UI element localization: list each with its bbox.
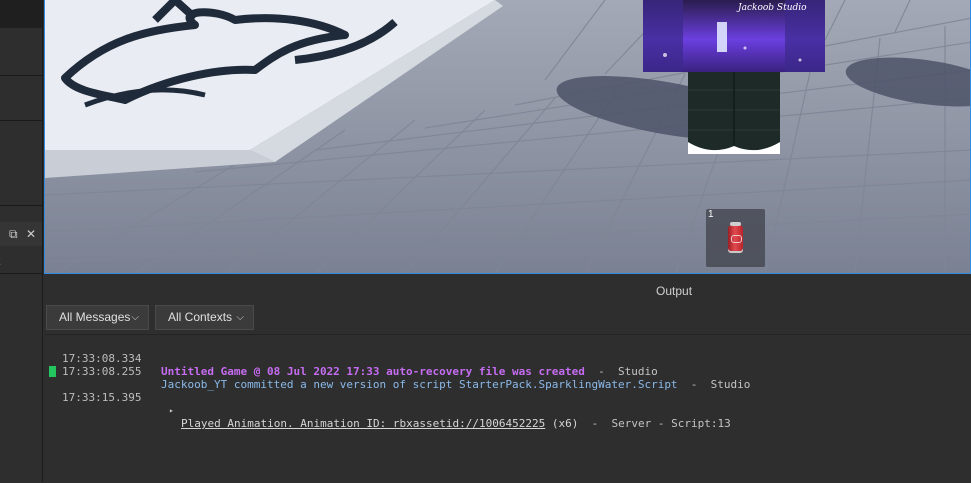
left-dock-panel: ⧉ ✕ t: [0, 0, 43, 482]
viewport-scene: Jackoob Studio: [45, 0, 971, 274]
log-repeat-count: (x6): [545, 417, 578, 430]
log-entry[interactable]: 17:33:15.395 ▸ Played Animation. Animati…: [44, 365, 71, 378]
output-title-bar: [44, 280, 971, 302]
context-filter-label: All Contexts: [168, 310, 232, 324]
left-dock-pane-header: [0, 222, 43, 246]
left-dock-separator: [0, 205, 43, 206]
log-timestamp: 17:33:15.395: [62, 391, 141, 404]
restore-window-icon[interactable]: ⧉: [9, 227, 18, 241]
left-dock-top-strip: [0, 0, 43, 28]
message-filter-dropdown[interactable]: All Messages ⌵: [46, 305, 149, 330]
log-message: Played Animation. Animation ID: rbxasset…: [181, 417, 731, 430]
log-timestamp: 17:33:08.334: [62, 352, 141, 365]
log-message-text: Jackoob_YT committed a new version of sc…: [161, 378, 678, 391]
log-message: Jackoob_YT committed a new version of sc…: [161, 378, 750, 391]
log-message: Untitled Game @ 08 Jul 2022 17:33 auto-r…: [161, 365, 658, 378]
chevron-down-icon: ⌵: [236, 306, 244, 329]
game-viewport[interactable]: Jackoob Studio 1: [44, 0, 971, 274]
output-log[interactable]: 17:33:08.334 Untitled Game @ 08 Jul 2022…: [44, 334, 971, 483]
message-filter-label: All Messages: [59, 310, 130, 324]
log-source: - Server - Script:13: [578, 417, 730, 430]
left-dock-separator: [0, 75, 43, 76]
left-dock-border[interactable]: [42, 0, 43, 482]
log-message-link[interactable]: Played Animation. Animation ID: rbxasset…: [181, 417, 545, 430]
log-timestamp: 17:33:08.255: [62, 365, 141, 378]
left-dock-separator: [0, 120, 43, 121]
context-filter-dropdown[interactable]: All Contexts ⌵: [155, 305, 254, 330]
log-entry[interactable]: 17:33:08.334 Untitled Game @ 08 Jul 2022…: [44, 339, 71, 352]
chevron-down-icon: ⌵: [131, 306, 139, 329]
close-pane-icon[interactable]: ✕: [26, 227, 36, 241]
log-source: - Studio: [585, 365, 658, 378]
hotbar-slot-number: 1: [708, 209, 714, 220]
avatar-lanyard: [717, 22, 727, 52]
sparkling-water-can-icon: [728, 225, 743, 253]
log-entry[interactable]: 17:33:08.255 Jackoob_YT committed a new …: [44, 352, 71, 365]
avatar-shirt-text: Jackoob Studio: [736, 3, 807, 13]
expand-triangle-icon[interactable]: ▸: [169, 404, 174, 417]
log-marker: [49, 366, 56, 377]
left-dock-separator: [0, 273, 43, 274]
output-panel-title: Output: [656, 284, 692, 298]
log-message-text: Untitled Game @ 08 Jul 2022 17:33 auto-r…: [161, 365, 585, 378]
log-source: - Studio: [678, 378, 751, 391]
hotbar-slot[interactable]: 1: [706, 209, 765, 267]
